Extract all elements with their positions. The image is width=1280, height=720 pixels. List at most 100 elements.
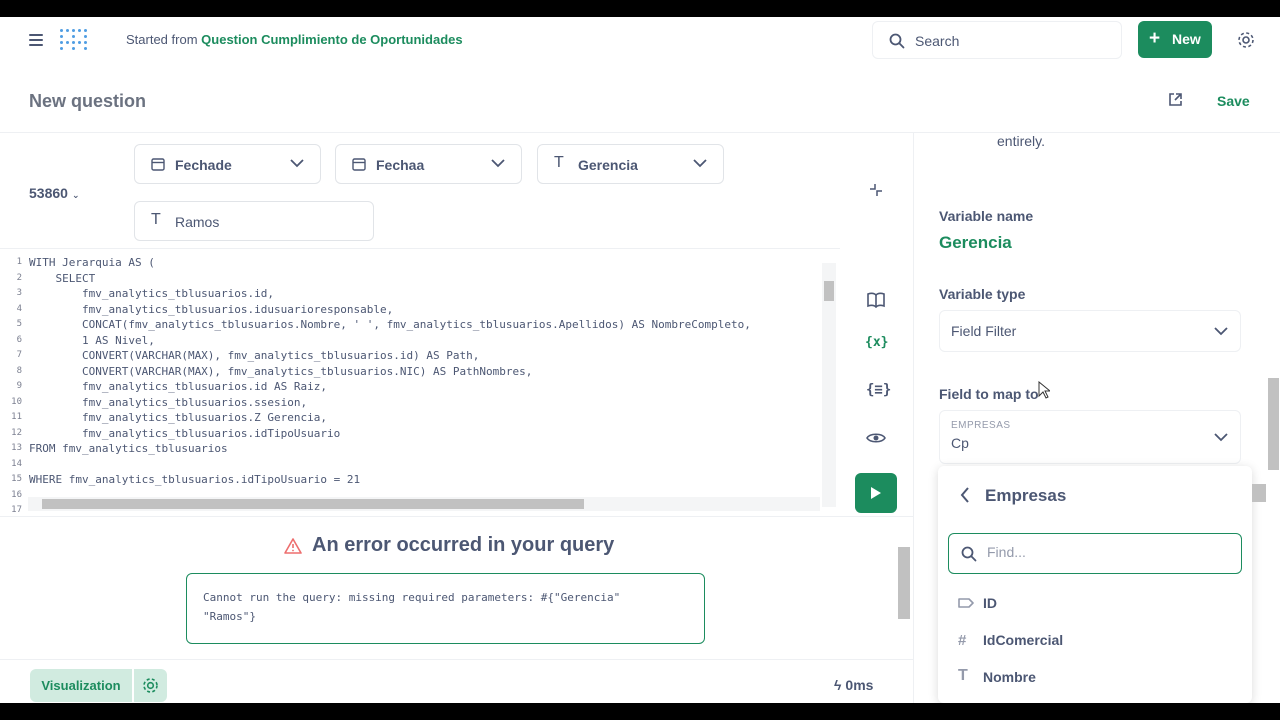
- line-number: 5: [16, 319, 22, 329]
- field-option-label: IdComercial: [983, 632, 1064, 648]
- new-button[interactable]: + New: [1138, 21, 1212, 58]
- variable-name-label: Variable name: [939, 208, 1034, 224]
- search-label: Search: [915, 33, 960, 49]
- logo-dot: [72, 41, 75, 44]
- sidebar-scrollbar[interactable]: [1266, 133, 1280, 703]
- metabase-logo-icon[interactable]: [60, 27, 88, 53]
- visualization-button[interactable]: Visualization: [30, 669, 132, 702]
- chevron-down-icon: [491, 159, 505, 168]
- logo-dot: [84, 47, 87, 50]
- field-option-id[interactable]: ID: [958, 592, 1238, 616]
- preview-eye-icon[interactable]: [866, 431, 886, 445]
- editor-horizontal-scrollbar[interactable]: [28, 497, 820, 511]
- native-query-editor: 53860 ⌄ Fechade Fechaa T Gerencia T Ramos…: [0, 132, 913, 703]
- run-query-button[interactable]: [855, 473, 897, 513]
- chevron-down-icon: [1214, 327, 1228, 336]
- logo-dot: [72, 29, 75, 32]
- code-line: fmv_analytics_tblusuarios.idusuariorespo…: [29, 302, 394, 316]
- line-number: 11: [11, 412, 22, 422]
- logo-dot: [78, 41, 81, 44]
- line-number: 12: [11, 427, 22, 438]
- field-to-map-select[interactable]: EMPRESAS Cp: [939, 410, 1241, 464]
- database-selector[interactable]: 53860 ⌄: [29, 185, 79, 201]
- code-line: fmv_analytics_tblusuarios.id,: [29, 287, 275, 300]
- mouse-cursor-icon: [1038, 381, 1050, 399]
- query-timing: ϟ 0ms: [834, 677, 873, 693]
- field-to-map-label: Field to map to: [939, 386, 1039, 402]
- settings-gear-icon[interactable]: [1237, 31, 1255, 49]
- line-number: 7: [16, 350, 22, 360]
- filter-widget-gerencia[interactable]: T Gerencia: [537, 144, 724, 184]
- popover-scrollbar[interactable]: [1252, 466, 1266, 703]
- logo-dot: [60, 29, 63, 32]
- collapse-editor-icon[interactable]: [868, 182, 884, 198]
- line-number: 17: [11, 505, 22, 514]
- line-number: 8: [16, 365, 22, 376]
- sql-code-lines: WITH Jerarquia AS ( SELECT fmv_analytics…: [29, 255, 751, 514]
- filter-widget-ramos[interactable]: T Ramos: [134, 201, 374, 241]
- line-number: 4: [16, 303, 22, 314]
- field-option-label: Nombre: [983, 669, 1036, 685]
- timing-value: 0ms: [845, 677, 874, 693]
- variable-type-select[interactable]: Field Filter: [939, 310, 1241, 352]
- error-message-line-1: Cannot run the query: missing required p…: [203, 591, 621, 604]
- line-number: 15: [11, 474, 22, 484]
- field-search-box[interactable]: [948, 533, 1242, 574]
- logo-dot: [60, 47, 63, 50]
- filter-label: Ramos: [175, 214, 220, 230]
- error-title: An error occurred in your query: [284, 534, 614, 557]
- chevron-down-icon: [693, 159, 707, 168]
- gear-icon: [143, 678, 158, 693]
- field-search-input[interactable]: [987, 544, 1227, 560]
- line-number: 1: [16, 257, 22, 267]
- new-button-label: New: [1172, 31, 1201, 47]
- text-icon: T: [958, 667, 968, 684]
- logo-dot: [84, 35, 87, 38]
- field-table-caption: EMPRESAS: [951, 420, 1011, 431]
- code-line: WHERE fmv_analytics_tblusuarios.idTipoUs…: [29, 473, 361, 486]
- logo-dot: [66, 29, 69, 32]
- code-line: 1 AS Nivel,: [29, 333, 155, 347]
- editor-vertical-scrollbar[interactable]: [822, 263, 836, 507]
- line-number-gutter: 1 2 3 4 5 6 7 8 9 10 11 12 13 14 15 16 17: [0, 255, 22, 514]
- search-bar[interactable]: Search: [872, 21, 1122, 59]
- popover-table-title[interactable]: Empresas: [985, 486, 1066, 506]
- error-panel-scrollbar[interactable]: [898, 533, 912, 657]
- line-number: 6: [16, 334, 22, 345]
- lightning-icon: ϟ: [834, 677, 842, 693]
- line-number: 13: [11, 443, 22, 453]
- visualization-settings-button[interactable]: [134, 669, 167, 702]
- code-line: fmv_analytics_tblusuarios.idTipoUsuario: [29, 426, 341, 440]
- variables-icon[interactable]: {x}: [865, 335, 888, 350]
- field-option-nombre[interactable]: T Nombre: [958, 666, 1238, 690]
- back-chevron-icon[interactable]: [960, 487, 970, 503]
- logo-dot: [72, 47, 75, 50]
- variable-name-value: Gerencia: [939, 233, 1012, 252]
- hamburger-menu-icon[interactable]: [29, 34, 43, 46]
- save-button[interactable]: Save: [1217, 93, 1250, 109]
- filter-widget-fechaa[interactable]: Fechaa: [335, 144, 522, 184]
- sql-code-area[interactable]: 1 2 3 4 5 6 7 8 9 10 11 12 13 14 15 16 17 WITH Jerarquia…: [0, 248, 840, 514]
- text-type-icon: T: [554, 154, 564, 171]
- filter-widget-fechade[interactable]: Fechade: [134, 144, 321, 184]
- field-option-idcomercial[interactable]: # IdComercial: [958, 629, 1238, 653]
- breadcrumb-source-question-link[interactable]: Question Cumplimiento de Oportunidades: [201, 32, 462, 47]
- snippets-icon[interactable]: {≡}: [866, 382, 891, 398]
- open-external-icon[interactable]: [1168, 92, 1183, 107]
- chevron-down-icon: [1214, 433, 1228, 442]
- filter-label: Fechaa: [376, 157, 425, 173]
- line-number: 3: [16, 288, 22, 298]
- calendar-icon: [352, 158, 366, 171]
- page-title[interactable]: New question: [29, 91, 146, 112]
- play-icon: [871, 487, 881, 499]
- tag-icon: [958, 598, 974, 608]
- plus-icon: +: [1149, 28, 1161, 49]
- variable-type-label: Variable type: [939, 286, 1026, 302]
- field-picker-popover: Empresas ID # IdComercial T Nombre: [938, 466, 1252, 703]
- line-number: 14: [11, 458, 22, 469]
- line-number: 2: [16, 272, 22, 283]
- sidebar-help-text: entirely.: [997, 133, 1045, 149]
- data-reference-book-icon[interactable]: [866, 291, 886, 309]
- code-line: CONVERT(VARCHAR(MAX), fmv_analytics_tblu…: [29, 349, 480, 362]
